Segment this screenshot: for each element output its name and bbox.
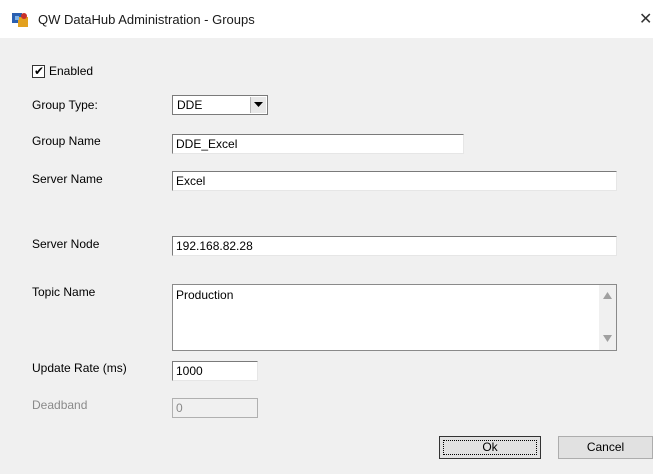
topic-name-value: Production <box>176 288 234 302</box>
window-title: QW DataHub Administration - Groups <box>38 12 255 27</box>
server-node-field[interactable]: 192.168.82.28 <box>172 236 617 256</box>
chevron-down-icon <box>254 102 263 107</box>
topic-name-textarea[interactable]: Production <box>172 284 617 351</box>
deadband-field: 0 <box>172 398 258 418</box>
enabled-label: Enabled <box>49 64 94 78</box>
group-type-value: DDE <box>177 98 203 112</box>
scroll-down-arrow-icon[interactable] <box>603 334 612 342</box>
server-node-label: Server Node <box>32 237 100 251</box>
server-name-label: Server Name <box>32 172 103 186</box>
deadband-label: Deadband <box>32 398 88 412</box>
update-rate-label: Update Rate (ms) <box>32 361 127 375</box>
enabled-checkbox[interactable]: ✔ <box>32 64 45 78</box>
cancel-button-label: Cancel <box>586 440 625 454</box>
close-icon[interactable]: ✕ <box>639 9 652 29</box>
cancel-button[interactable]: Cancel <box>558 436 653 459</box>
update-rate-field[interactable]: 1000 <box>172 361 258 381</box>
group-name-field[interactable]: DDE_Excel <box>172 134 464 154</box>
group-name-label: Group Name <box>32 134 101 148</box>
group-type-select[interactable]: DDE <box>172 95 268 115</box>
dropdown-button[interactable] <box>250 97 266 113</box>
vertical-scrollbar[interactable] <box>599 285 616 350</box>
ok-button[interactable]: Ok <box>439 436 541 459</box>
title-bar: QW DataHub Administration - Groups ✕ <box>0 0 653 38</box>
checkmark-icon: ✔ <box>34 64 45 78</box>
focus-rect <box>443 440 537 455</box>
scroll-up-arrow-icon[interactable] <box>603 292 612 300</box>
group-type-label: Group Type: <box>32 98 98 112</box>
dialog-body <box>0 38 653 474</box>
topic-name-label: Topic Name <box>32 285 96 299</box>
app-icon <box>12 13 28 27</box>
server-name-field[interactable]: Excel <box>172 171 617 191</box>
